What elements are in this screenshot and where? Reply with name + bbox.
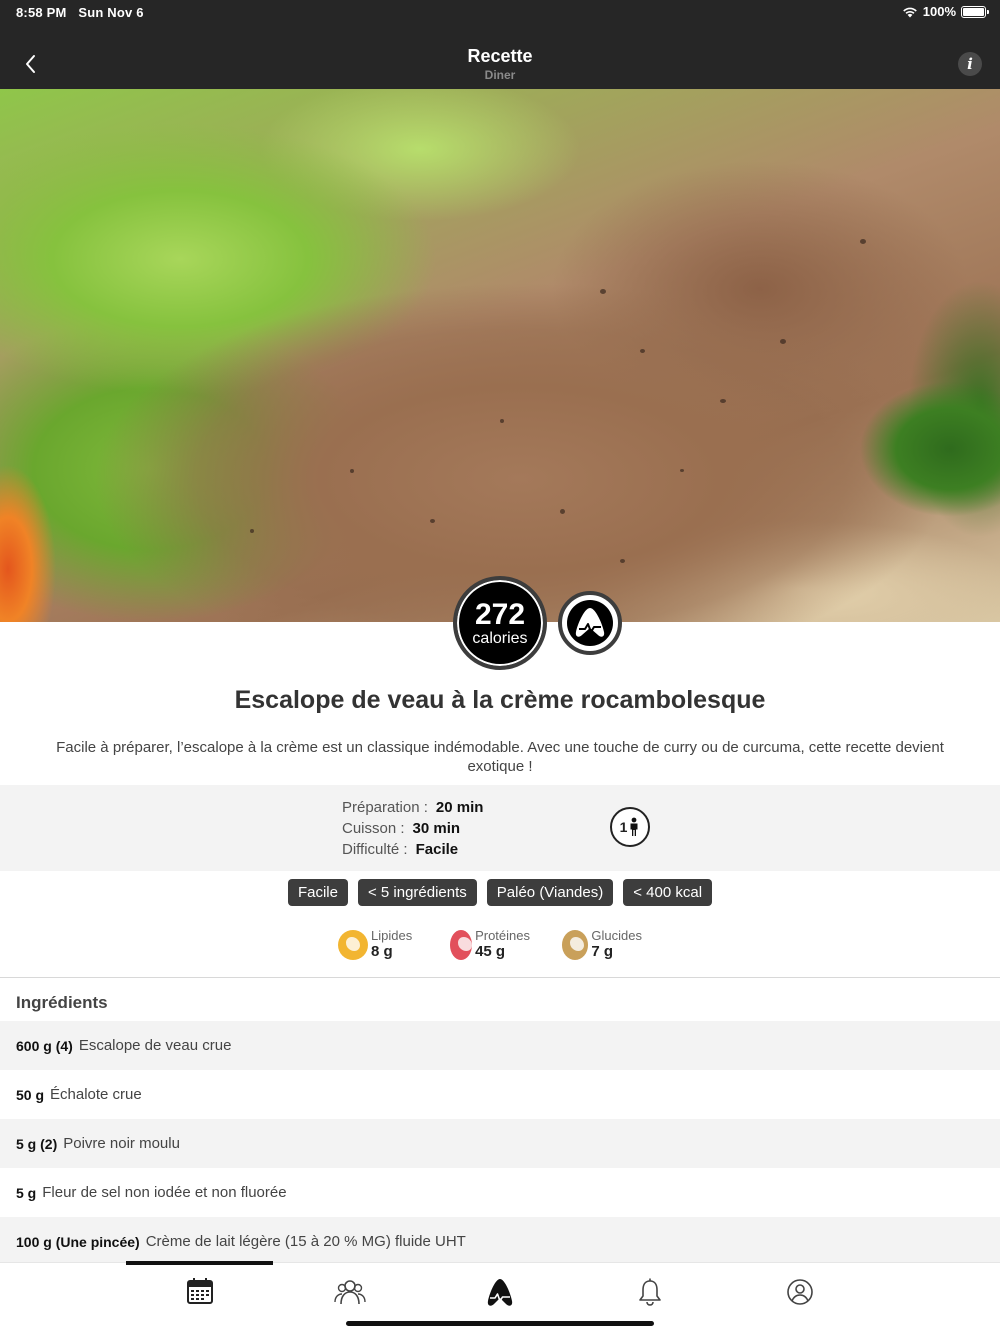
app-logo-icon xyxy=(487,1279,513,1306)
macro-proteines: Protéines 45 g xyxy=(450,929,530,960)
lipides-icon xyxy=(338,930,368,960)
app-logo-button[interactable] xyxy=(558,591,622,655)
servings-button[interactable]: 1 xyxy=(610,807,650,847)
community-icon xyxy=(334,1280,366,1305)
bell-icon xyxy=(639,1278,661,1306)
macro-lipides: Lipides 8 g xyxy=(338,929,418,960)
tag-calories[interactable]: < 400 kcal xyxy=(623,879,713,906)
info-button[interactable]: i xyxy=(958,52,982,76)
ingredient-row[interactable]: 5 g Fleur de sel non iodée et non fluoré… xyxy=(0,1168,1000,1217)
macro-glucides: Glucides 7 g xyxy=(562,929,642,960)
ingredient-name: Crème de lait légère (15 à 20 % MG) flui… xyxy=(145,1233,466,1250)
tab-calendar[interactable] xyxy=(183,1277,217,1307)
tab-home[interactable] xyxy=(483,1277,517,1307)
status-indicators: 100% xyxy=(902,4,989,19)
status-date: Sun Nov 6 xyxy=(78,5,144,20)
prep-value: 20 min xyxy=(435,799,484,816)
home-indicator xyxy=(346,1321,654,1326)
tab-profile[interactable] xyxy=(783,1277,817,1307)
page-title: Recette xyxy=(467,46,533,66)
tab-community[interactable] xyxy=(333,1277,367,1307)
cook-row: Cuisson : 30 min xyxy=(342,818,483,839)
ingredient-row[interactable]: 100 g (Une pincée) Crème de lait légère … xyxy=(0,1217,1000,1266)
ingredient-qty: 50 g xyxy=(16,1086,45,1103)
profile-icon xyxy=(787,1279,813,1305)
calories-badge: 272 calories xyxy=(453,576,547,670)
wifi-icon xyxy=(902,7,917,17)
status-clock: 8:58 PM xyxy=(16,5,67,20)
servings-count: 1 xyxy=(619,819,628,835)
status-time: 8:58 PM Sun Nov 6 xyxy=(16,5,144,20)
tab-bar xyxy=(0,1261,1000,1334)
macro-label: Lipides xyxy=(371,928,413,943)
person-icon xyxy=(630,817,638,836)
tag-difficulty[interactable]: Facile xyxy=(287,879,348,906)
calories-unit: calories xyxy=(472,630,528,647)
ingredient-qty: 5 g xyxy=(16,1184,37,1201)
recipe-timings: Préparation : 20 min Cuisson : 30 min Diff… xyxy=(342,797,483,860)
app-logo-icon xyxy=(567,600,613,646)
ingredient-name: Fleur de sel non iodée et non fluorée xyxy=(42,1184,287,1201)
recipe-tags: Facile < 5 ingrédients Paléo (Viandes) <… xyxy=(0,879,1000,906)
macro-value: 8 g xyxy=(371,943,393,960)
cook-value: 30 min xyxy=(412,820,461,837)
calories-value: 272 xyxy=(474,598,526,631)
ingredient-row[interactable]: 50 g Échalote crue xyxy=(0,1070,1000,1119)
active-tab-indicator xyxy=(126,1261,273,1265)
ingredient-qty: 100 g (Une pincée) xyxy=(16,1233,140,1250)
recipe-info-panel: Préparation : 20 min Cuisson : 30 min Diff… xyxy=(0,785,1000,871)
battery-percent: 100% xyxy=(922,4,956,19)
difficulty-label: Difficulté : xyxy=(342,841,408,858)
prep-row: Préparation : 20 min xyxy=(342,797,483,818)
ingredient-row[interactable]: 5 g (2) Poivre noir moulu xyxy=(0,1119,1000,1168)
proteines-icon xyxy=(450,930,473,960)
tab-notifications[interactable] xyxy=(633,1277,667,1307)
ingredient-name: Poivre noir moulu xyxy=(63,1135,180,1152)
macros: Lipides 8 g Protéines 45 g Glucides 7 g xyxy=(338,929,642,960)
difficulty-row: Difficulté : Facile xyxy=(342,839,483,860)
tag-ingredients[interactable]: < 5 ingrédients xyxy=(357,879,477,906)
macro-label: Protéines xyxy=(475,928,530,943)
tag-paleo[interactable]: Paléo (Viandes) xyxy=(486,879,614,906)
ingredients-heading: Ingrédients xyxy=(16,993,108,1012)
top-bar: 8:58 PM Sun Nov 6 100% Recette Diner i xyxy=(0,0,1000,89)
ingredient-qty: 600 g (4) xyxy=(16,1037,73,1054)
page-subtitle: Diner xyxy=(484,68,516,82)
glucides-icon xyxy=(562,930,589,960)
recipe-description: Facile à préparer, l’escalope à la crème… xyxy=(56,739,944,775)
recipe-photo xyxy=(0,89,1000,622)
ingredient-row[interactable]: 600 g (4) Escalope de veau crue xyxy=(0,1021,1000,1070)
ingredient-name: Escalope de veau crue xyxy=(78,1037,232,1054)
battery-icon xyxy=(961,5,989,18)
ingredient-qty: 5 g (2) xyxy=(16,1135,58,1152)
prep-label: Préparation : xyxy=(342,799,428,816)
difficulty-value: Facile xyxy=(415,841,459,858)
ingredient-name: Échalote crue xyxy=(50,1086,142,1103)
cook-label: Cuisson : xyxy=(342,820,405,837)
recipe-title: Escalope de veau à la crème rocambolesqu… xyxy=(234,686,766,714)
macro-value: 45 g xyxy=(475,943,506,960)
calendar-icon xyxy=(187,1278,213,1304)
ingredients-list: 600 g (4) Escalope de veau crue 50 g Éch… xyxy=(0,1021,1000,1266)
divider xyxy=(0,977,1000,978)
macro-label: Glucides xyxy=(591,928,642,943)
macro-value: 7 g xyxy=(591,943,614,960)
